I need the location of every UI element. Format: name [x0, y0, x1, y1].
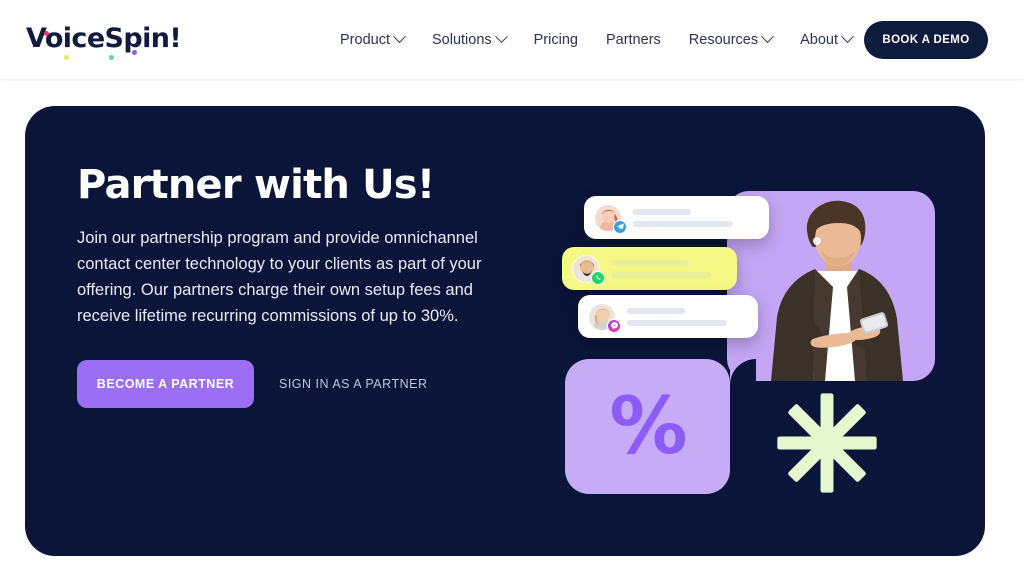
main-navigation: Product Solutions Pricing Partners Resou… — [340, 0, 854, 79]
hero-cta-group: BECOME A PARTNER SIGN IN AS A PARTNER — [77, 360, 507, 408]
man-with-phone-photo — [771, 200, 903, 381]
green-dot-icon — [109, 55, 114, 60]
placeholder-line — [611, 271, 711, 278]
percent-panel: % — [565, 359, 730, 494]
placeholder-line — [627, 307, 685, 314]
page-title: Partner with Us! — [77, 162, 435, 208]
hero-card: Partner with Us! Join our partnership pr… — [25, 106, 985, 556]
placeholder-line — [611, 259, 689, 266]
nav-label-pricing: Pricing — [533, 31, 578, 48]
placeholder-line — [627, 319, 727, 326]
avatar-wrap — [588, 302, 621, 333]
percent-symbol: % — [609, 381, 687, 472]
message-placeholder-lines — [611, 259, 711, 278]
nav-label-solutions: Solutions — [431, 31, 492, 48]
whatsapp-icon — [591, 270, 605, 285]
panel-corner-notch — [730, 359, 756, 385]
message-placeholder-lines — [627, 307, 727, 326]
sign-in-as-partner-link[interactable]: SIGN IN AS A PARTNER — [279, 377, 427, 391]
logo-text: VoiceSpin! — [26, 23, 182, 54]
messenger-icon — [607, 318, 621, 333]
hero-content: Partner with Us! Join our partnership pr… — [77, 162, 507, 408]
purple-dot-icon — [132, 50, 137, 55]
logo[interactable]: VoiceSpin! — [26, 22, 182, 60]
become-a-partner-button[interactable]: BECOME A PARTNER — [77, 360, 254, 408]
nav-item-product[interactable]: Product — [340, 30, 406, 48]
chevron-down-icon — [393, 30, 406, 44]
placeholder-line — [633, 220, 733, 227]
telegram-icon — [613, 219, 627, 234]
hero-illustration: % — [515, 106, 985, 556]
red-dot-icon — [44, 31, 49, 36]
message-placeholder-lines — [633, 208, 733, 227]
hero-paragraph: Join our partnership program and provide… — [77, 229, 482, 325]
nav-item-solutions[interactable]: Solutions — [431, 30, 508, 48]
nav-item-about[interactable]: About — [800, 30, 854, 48]
book-a-demo-button[interactable]: BOOK A DEMO — [864, 21, 988, 59]
nav-item-resources[interactable]: Resources — [688, 30, 774, 48]
chat-card-whatsapp[interactable] — [562, 247, 737, 290]
nav-item-partners[interactable]: Partners — [606, 32, 661, 48]
chat-card-messenger[interactable] — [578, 295, 758, 338]
chevron-down-icon — [841, 30, 854, 44]
chat-card-telegram[interactable] — [584, 196, 769, 239]
chevron-down-icon — [494, 30, 508, 44]
nav-item-pricing[interactable]: Pricing — [534, 32, 578, 48]
nav-label-partners: Partners — [605, 31, 661, 48]
chevron-down-icon — [761, 30, 774, 44]
nav-label-resources: Resources — [688, 31, 759, 48]
nav-label-product: Product — [340, 31, 390, 48]
asterisk-star-icon — [777, 393, 877, 493]
placeholder-line — [633, 208, 691, 215]
avatar-wrap — [572, 254, 605, 285]
nav-label-about: About — [800, 31, 838, 48]
avatar-wrap — [594, 203, 627, 234]
yellow-dot-icon — [64, 55, 69, 60]
site-header: VoiceSpin! Product Solutions Pricing Par… — [0, 0, 1024, 79]
